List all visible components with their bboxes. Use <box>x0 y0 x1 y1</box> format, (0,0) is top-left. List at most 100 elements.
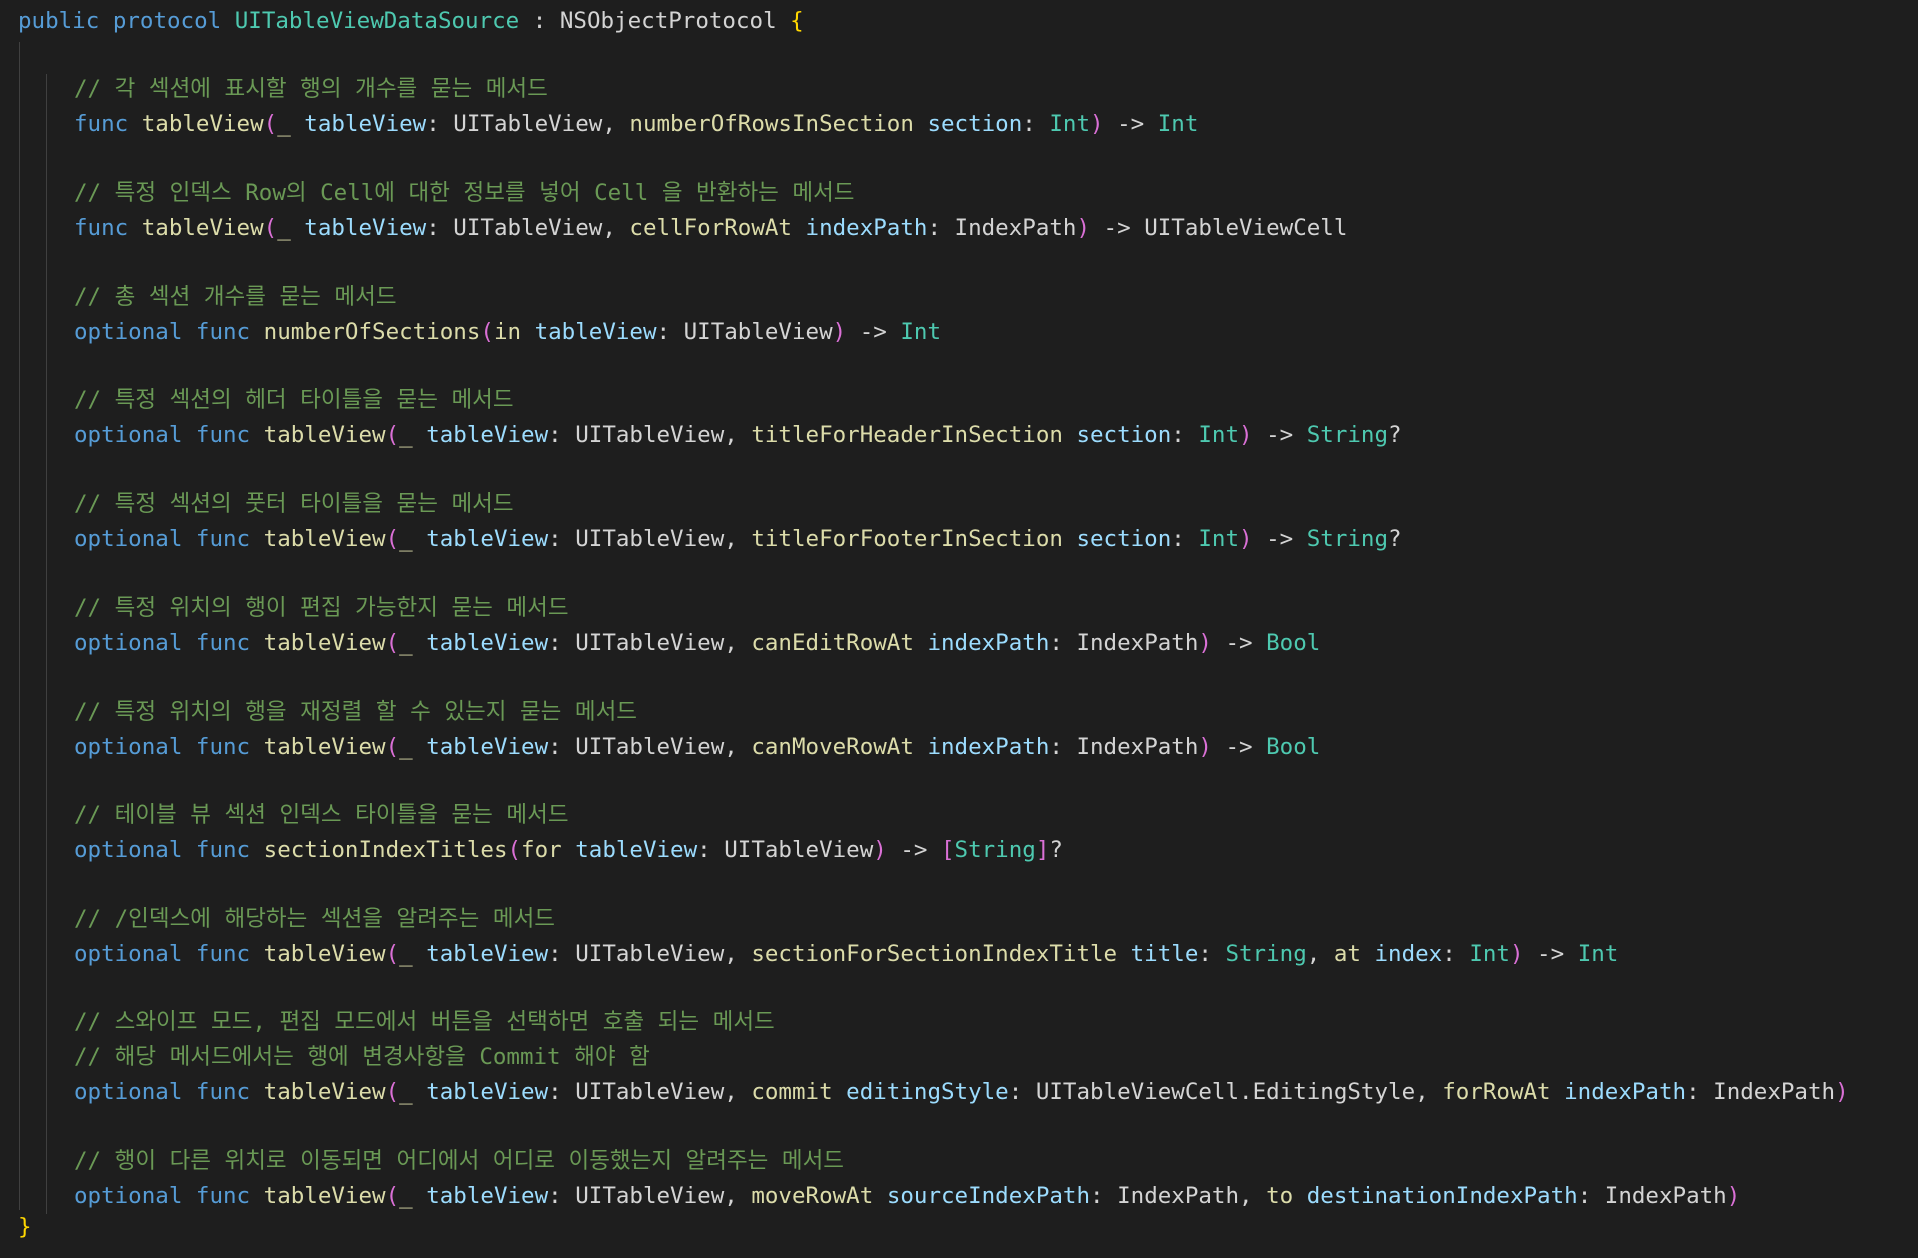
comment-line: // 총 섹션 개수를 묻는 메서드 <box>74 280 397 314</box>
code-token: Int <box>1469 941 1510 967</box>
comment-line: // 해당 메서드에서는 행에 변경사항을 Commit 해야 함 <box>74 1040 650 1074</box>
comment-line: // 특정 섹션의 헤더 타이틀을 묻는 메서드 <box>74 383 514 417</box>
code-token: func <box>74 111 142 137</box>
code-token: ( <box>263 215 278 241</box>
code-editor[interactable]: public protocol UITableViewDataSource : … <box>0 0 1918 1258</box>
code-token: -> <box>1103 111 1158 137</box>
code-token: : IndexPath <box>1686 1079 1836 1105</box>
code-token: : UITableView, <box>548 1183 752 1209</box>
code-token: moveRowAt <box>751 1183 887 1209</box>
indent-guide-inner <box>46 74 47 1214</box>
code-token: -> <box>1211 630 1267 656</box>
code-token: indexPath <box>1564 1079 1687 1105</box>
comment-line: // 각 섹션에 표시할 행의 개수를 묻는 메서드 <box>74 72 548 106</box>
code-token: -> <box>846 319 901 345</box>
code-token: tableView <box>575 837 698 863</box>
code-line: optional func sectionIndexTitles(for tab… <box>74 833 1063 867</box>
code-line: optional func tableView(_ tableView: UIT… <box>74 730 1320 764</box>
code-token: tableView <box>141 215 264 241</box>
code-token: func <box>74 215 142 241</box>
code-line: optional func tableView(_ tableView: UIT… <box>74 937 1618 971</box>
code-token: ( <box>507 837 522 863</box>
code-token: tableView <box>263 630 386 656</box>
code-line: public protocol UITableViewDataSource : … <box>18 4 804 38</box>
code-token: : <box>1198 941 1226 967</box>
code-token: at <box>1333 941 1375 967</box>
code-token: index <box>1374 941 1443 967</box>
code-token: ) <box>1239 526 1253 552</box>
code-token: -> <box>1211 734 1267 760</box>
code-token: tableView <box>304 215 427 241</box>
code-token: } <box>18 1214 32 1240</box>
code-token: optional func <box>74 319 264 345</box>
comment-line: // /인덱스에 해당하는 섹션을 알려주는 메서드 <box>74 902 555 936</box>
code-token: : UITableView, <box>548 526 752 552</box>
code-token: ( <box>385 1183 400 1209</box>
code-token: indexPath <box>805 215 928 241</box>
code-token: optional func <box>74 630 264 656</box>
code-line: optional func numberOfSections(in tableV… <box>74 315 941 349</box>
code-token: numberOfSections <box>263 319 481 345</box>
code-token: { <box>790 8 804 34</box>
code-token: canMoveRowAt <box>751 734 928 760</box>
code-token: ( <box>385 941 400 967</box>
code-token: ( <box>263 111 278 137</box>
code-token: -> <box>1252 526 1307 552</box>
code-token: : <box>1171 526 1199 552</box>
code-token: // 해당 메서드에서는 행에 변경사항을 Commit 해야 함 <box>74 1044 650 1070</box>
code-token: optional func <box>74 422 264 448</box>
code-token: tableView <box>426 526 549 552</box>
code-token: section <box>927 111 1023 137</box>
code-token: // 행이 다른 위치로 이동되면 어디에서 어디로 이동했는지 알려주는 메서… <box>74 1148 845 1174</box>
code-token: tableView <box>263 1183 386 1209</box>
code-token: tableView <box>263 422 386 448</box>
code-token: sectionForSectionIndexTitle <box>751 941 1131 967</box>
code-token: tableView <box>426 1183 549 1209</box>
code-token: : UITableView, <box>426 111 630 137</box>
code-token: _ <box>399 1079 427 1105</box>
code-token: : UITableView, <box>548 422 752 448</box>
comment-line: // 스와이프 모드, 편집 모드에서 버튼을 선택하면 호출 되는 메서드 <box>74 1005 775 1039</box>
code-token: // 특정 섹션의 풋터 타이틀을 묻는 메서드 <box>74 491 514 517</box>
code-token: tableView <box>426 422 549 448</box>
code-token: Int <box>1198 422 1240 448</box>
code-token: ( <box>385 526 400 552</box>
code-token: indexPath <box>927 734 1050 760</box>
code-token: tableView <box>263 1079 386 1105</box>
code-token: in <box>493 319 535 345</box>
code-token: section <box>1076 526 1172 552</box>
code-token: , <box>1306 941 1334 967</box>
code-token: Int <box>1577 941 1619 967</box>
code-token: : <box>1442 941 1470 967</box>
code-token: ? <box>1049 837 1063 863</box>
code-token: indexPath <box>927 630 1050 656</box>
code-token: commit <box>751 1079 847 1105</box>
code-token: ) <box>832 319 847 345</box>
code-token: optional func <box>74 526 264 552</box>
code-token: optional func <box>74 1183 264 1209</box>
code-token: canEditRowAt <box>751 630 928 656</box>
code-token: UITableViewDataSource <box>234 8 520 34</box>
code-token: : UITableView, <box>548 630 752 656</box>
code-token: : IndexPath <box>1577 1183 1727 1209</box>
code-token: String <box>1225 941 1307 967</box>
code-line: optional func tableView(_ tableView: UIT… <box>74 522 1402 556</box>
code-token: public protocol <box>18 8 235 34</box>
code-token: tableView <box>263 526 386 552</box>
comment-line: // 특정 위치의 행을 재정렬 할 수 있는지 묻는 메서드 <box>74 695 637 729</box>
code-token: // 총 섹션 개수를 묻는 메서드 <box>74 284 397 310</box>
comment-line: // 테이블 뷰 섹션 인덱스 타이틀을 묻는 메서드 <box>74 798 569 832</box>
code-token: : UITableView, <box>548 1079 752 1105</box>
code-token: Int <box>900 319 941 345</box>
code-token: ) <box>1076 215 1091 241</box>
code-token: cellForRowAt <box>629 215 806 241</box>
code-token: : IndexPath <box>1049 630 1199 656</box>
code-token: // 특정 위치의 행을 재정렬 할 수 있는지 묻는 메서드 <box>74 699 638 725</box>
code-token: _ <box>277 215 305 241</box>
code-token: title <box>1130 941 1199 967</box>
code-token: forRowAt <box>1442 1079 1565 1105</box>
code-token: tableView <box>263 734 386 760</box>
code-token: ) <box>1198 630 1212 656</box>
code-token: ] <box>1035 837 1050 863</box>
code-token: Int <box>1157 111 1199 137</box>
